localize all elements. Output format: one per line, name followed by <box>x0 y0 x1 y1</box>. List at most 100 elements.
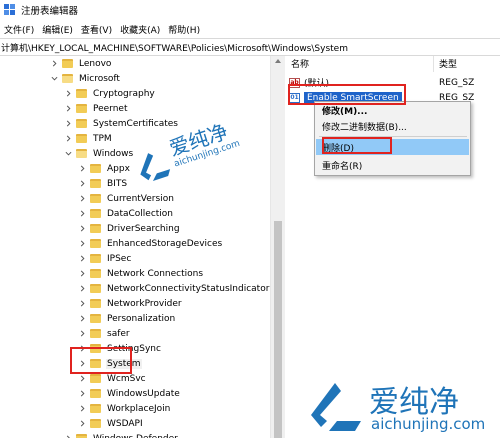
folder-icon <box>62 59 73 68</box>
ctx-delete[interactable]: 删除(D) <box>316 139 469 155</box>
tree-scrollbar[interactable] <box>270 56 285 438</box>
chevron-right-icon[interactable] <box>50 60 58 68</box>
tree-node[interactable]: WcmSvc <box>78 371 147 386</box>
column-header-type[interactable]: 类型 <box>439 57 457 71</box>
tree-node-label: WindowsUpdate <box>107 388 180 399</box>
window-title: 注册表编辑器 <box>21 6 79 17</box>
value-type: REG_SZ <box>439 77 475 88</box>
folder-icon <box>90 269 101 278</box>
chevron-right-icon[interactable] <box>64 135 72 143</box>
chevron-down-icon[interactable] <box>64 150 72 158</box>
folder-icon <box>90 314 101 323</box>
tree-node-label: Lenovo <box>79 58 112 69</box>
chevron-right-icon[interactable] <box>78 420 86 428</box>
folder-icon <box>90 359 101 368</box>
menu-favorites[interactable]: 收藏夹(A) <box>118 23 166 36</box>
tree-node[interactable]: BITS <box>78 176 128 191</box>
chevron-right-icon[interactable] <box>64 90 72 98</box>
folder-icon <box>90 194 101 203</box>
column-divider[interactable] <box>433 56 434 72</box>
chevron-right-icon[interactable] <box>78 195 86 203</box>
chevron-right-icon[interactable] <box>78 330 86 338</box>
tree-node[interactable]: DataCollection <box>78 206 174 221</box>
tree-node[interactable]: DriverSearching <box>78 221 181 236</box>
address-path: 计算机\HKEY_LOCAL_MACHINE\SOFTWARE\Policies… <box>1 43 348 54</box>
chevron-right-icon[interactable] <box>78 210 86 218</box>
tree-node[interactable]: WorkplaceJoin <box>78 401 171 416</box>
tree-node[interactable]: Lenovo <box>50 56 112 71</box>
value-row[interactable]: ab (默认) REG_SZ <box>289 75 500 90</box>
ctx-modify[interactable]: 修改(M)... <box>316 102 469 118</box>
folder-icon <box>90 179 101 188</box>
chevron-right-icon[interactable] <box>78 270 86 278</box>
tree-node[interactable]: WSDAPI <box>78 416 144 431</box>
scrollbar-thumb[interactable] <box>274 221 282 438</box>
chevron-right-icon[interactable] <box>78 405 86 413</box>
tree-node[interactable]: SettingSync <box>78 341 162 356</box>
tree-node-label: CurrentVersion <box>107 193 174 204</box>
tree-node[interactable]: NetworkConnectivityStatusIndicator <box>78 281 270 296</box>
tree-node-label: Personalization <box>107 313 176 324</box>
registry-tree: Lenovo Microsoft Cryptography Peernet System… <box>0 56 285 438</box>
binary-value-icon: 01 <box>289 92 300 103</box>
column-header-name[interactable]: 名称 <box>291 57 309 71</box>
tree-node[interactable]: safer <box>78 326 131 341</box>
tree-node[interactable]: WindowsUpdate <box>78 386 181 401</box>
chevron-right-icon[interactable] <box>78 375 86 383</box>
scroll-up-icon[interactable] <box>275 59 281 63</box>
chevron-right-icon[interactable] <box>64 105 72 113</box>
chevron-right-icon[interactable] <box>64 120 72 128</box>
tree-node[interactable]: Appx <box>78 161 131 176</box>
tree-node-label: Peernet <box>93 103 128 114</box>
chevron-right-icon[interactable] <box>78 360 86 368</box>
tree-node[interactable]: NetworkProvider <box>78 296 183 311</box>
chevron-right-icon[interactable] <box>64 435 72 438</box>
address-bar[interactable]: 计算机\HKEY_LOCAL_MACHINE\SOFTWARE\Policies… <box>0 38 500 56</box>
tree-node-label: SettingSync <box>107 343 161 354</box>
chevron-right-icon[interactable] <box>78 180 86 188</box>
folder-icon <box>90 344 101 353</box>
tree-node[interactable]: Microsoft <box>50 71 121 86</box>
tree-node[interactable]: Cryptography <box>64 86 156 101</box>
tree-node[interactable]: System <box>78 356 142 371</box>
watermark-corner: 爱纯净 aichunjing.com <box>305 375 500 438</box>
chevron-right-icon[interactable] <box>78 285 86 293</box>
folder-icon <box>90 239 101 248</box>
menu-file[interactable]: 文件(F) <box>2 23 40 36</box>
folder-open-icon <box>62 74 73 83</box>
chevron-right-icon[interactable] <box>78 225 86 233</box>
tree-node-label: IPSec <box>107 253 132 264</box>
tree-node[interactable]: IPSec <box>78 251 132 266</box>
tree-node[interactable]: Network Connections <box>78 266 204 281</box>
tree-node-label: safer <box>107 328 130 339</box>
menu-edit[interactable]: 编辑(E) <box>40 23 79 36</box>
chevron-right-icon[interactable] <box>78 165 86 173</box>
tree-node-label: Windows Defender <box>92 434 179 438</box>
tree-node[interactable]: TPM <box>64 131 113 146</box>
watermark-center: 爱纯净 aichunjing.com <box>135 119 255 195</box>
tree-node-label: Windows <box>93 148 134 159</box>
tree-node[interactable]: Windows <box>64 146 134 161</box>
tree-node-label: Microsoft <box>79 73 120 84</box>
tree-node[interactable]: Personalization <box>78 311 176 326</box>
tree-node[interactable]: Peernet <box>64 101 129 116</box>
chevron-right-icon[interactable] <box>78 255 86 263</box>
tree-node-label: NetworkConnectivityStatusIndicator <box>107 283 270 294</box>
menu-help[interactable]: 帮助(H) <box>166 23 206 36</box>
chevron-right-icon[interactable] <box>78 390 86 398</box>
folder-icon <box>90 254 101 263</box>
ctx-rename[interactable]: 重命名(R) <box>316 157 469 173</box>
tree-node-label: WorkplaceJoin <box>107 403 171 414</box>
folder-icon <box>90 224 101 233</box>
chevron-right-icon[interactable] <box>78 315 86 323</box>
tree-node-label: Network Connections <box>107 268 204 279</box>
ctx-modify-binary[interactable]: 修改二进制数据(B)... <box>316 118 469 134</box>
chevron-down-icon[interactable] <box>50 75 58 83</box>
chevron-right-icon[interactable] <box>78 240 86 248</box>
menu-view[interactable]: 查看(V) <box>79 23 118 36</box>
chevron-right-icon[interactable] <box>78 345 86 353</box>
folder-icon <box>90 329 101 338</box>
tree-node[interactable]: EnhancedStorageDevices <box>78 236 223 251</box>
tree-node[interactable]: Windows Defender <box>64 431 179 438</box>
chevron-right-icon[interactable] <box>78 300 86 308</box>
